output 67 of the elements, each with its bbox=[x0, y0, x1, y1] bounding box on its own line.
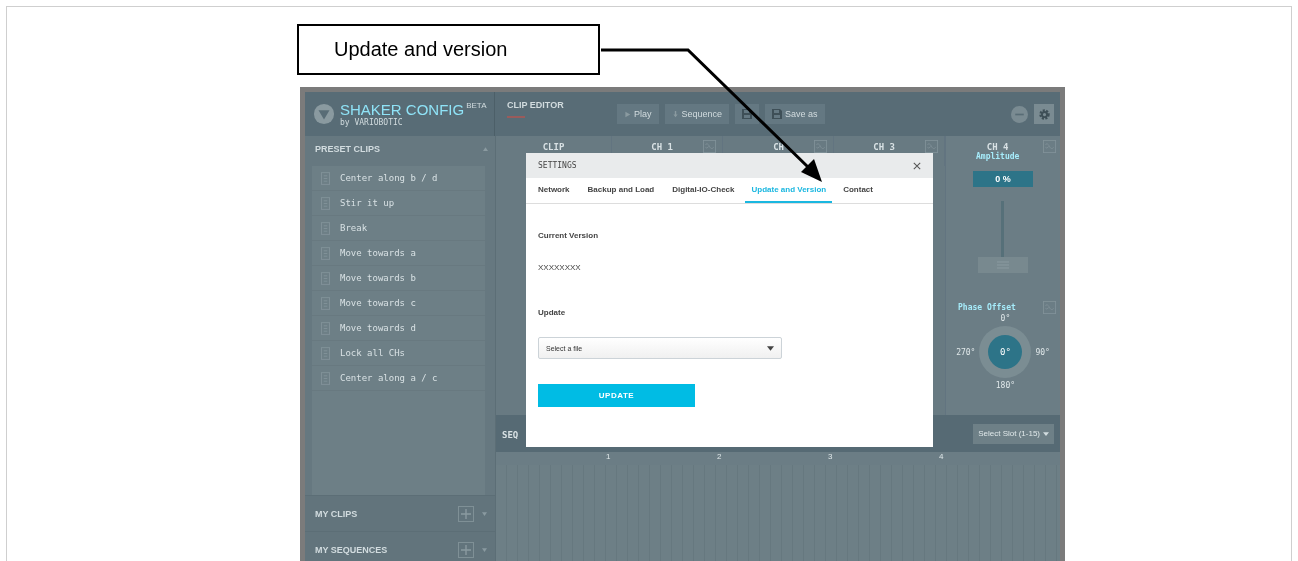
preset-clip-item[interactable]: Lock all CHs bbox=[312, 341, 485, 366]
sequence-title: SEQ bbox=[502, 428, 519, 440]
dial-tick-label: 270° bbox=[956, 347, 976, 357]
dialog-title: SETTINGS bbox=[538, 161, 577, 170]
add-button[interactable] bbox=[458, 505, 474, 522]
callout-label: Update and version bbox=[297, 24, 600, 75]
add-button[interactable] bbox=[458, 541, 474, 558]
bar-number: 3 bbox=[828, 452, 834, 463]
preset-clips-header[interactable]: PRESET CLIPS bbox=[305, 136, 495, 162]
editor-title: CLIP EDITOR bbox=[507, 100, 565, 110]
section-title: MY SEQUENCES bbox=[315, 544, 389, 555]
settings-icon bbox=[1037, 107, 1051, 121]
toolbar-button[interactable]: Play bbox=[617, 104, 659, 124]
dial-tick-label: 90° bbox=[1035, 347, 1050, 357]
play-icon bbox=[624, 110, 631, 118]
settings-tab[interactable]: Backup and Load bbox=[580, 178, 662, 203]
parameter-label: Amplitude bbox=[976, 152, 1020, 161]
column-title: CH bbox=[773, 141, 784, 152]
bar-number: 2 bbox=[717, 452, 723, 463]
dial-tick-label: 180° bbox=[995, 381, 1016, 390]
version-value: XXXXXXXX bbox=[538, 263, 581, 272]
logo-icon bbox=[313, 103, 335, 125]
slot-select[interactable]: Select Slot (1-15) bbox=[973, 423, 1054, 444]
toolbar-button[interactable]: Sequence bbox=[664, 104, 730, 124]
download-icon bbox=[671, 110, 679, 118]
settings-button[interactable] bbox=[1034, 104, 1054, 124]
preset-clip-item[interactable]: Stir it up bbox=[312, 191, 485, 216]
save-icon bbox=[772, 109, 783, 119]
bar-number: 4 bbox=[939, 452, 945, 463]
app-subtitle: by VARIOBOTIC bbox=[340, 118, 404, 127]
link-icon[interactable] bbox=[814, 140, 827, 153]
field-label: Current Version bbox=[538, 231, 598, 240]
settings-tab[interactable]: Digital-IO-Check bbox=[665, 178, 742, 203]
bar-number: 1 bbox=[606, 452, 612, 463]
preset-clip-item[interactable]: Break bbox=[312, 216, 485, 241]
link-icon[interactable] bbox=[925, 140, 938, 153]
caret-icon[interactable] bbox=[482, 547, 487, 552]
column-title: CH 3 bbox=[873, 141, 895, 152]
link-icon[interactable] bbox=[703, 140, 716, 153]
column-title: CLIP bbox=[542, 141, 565, 152]
section-title: MY CLIPS bbox=[315, 508, 359, 519]
phase-dial[interactable]: 0° bbox=[979, 326, 1032, 378]
save-icon bbox=[742, 109, 753, 119]
phase-offset-label: Phase Offset bbox=[958, 303, 1016, 312]
beta-label: BETA bbox=[466, 101, 487, 110]
preset-clip-item[interactable]: Move towards d bbox=[312, 316, 485, 341]
close-icon[interactable] bbox=[913, 161, 921, 170]
settings-tab[interactable]: Network bbox=[531, 178, 577, 203]
update-button[interactable]: UPDATE bbox=[538, 384, 695, 407]
preset-clip-item[interactable]: Move towards c bbox=[312, 291, 485, 316]
settings-tab[interactable]: Contact bbox=[836, 178, 880, 203]
unsaved-mark bbox=[507, 116, 525, 118]
preset-clip-item[interactable]: Center along b / d bbox=[312, 166, 485, 191]
caret-icon bbox=[767, 345, 774, 351]
caret-icon[interactable] bbox=[482, 511, 487, 516]
toolbar-button[interactable]: Save as bbox=[765, 104, 825, 124]
column-title: CH 1 bbox=[651, 141, 673, 152]
dial-tick-label: 0° bbox=[1000, 314, 1011, 323]
field-label: Update bbox=[538, 308, 566, 317]
caret-icon bbox=[1043, 431, 1049, 436]
amplitude-value: 0 % bbox=[973, 171, 1033, 187]
minus-circle-icon[interactable] bbox=[1011, 105, 1028, 123]
app-title: SHAKER CONFIG bbox=[340, 101, 465, 118]
column-title: CH 4 bbox=[986, 141, 1009, 152]
preset-clip-item[interactable]: Move towards b bbox=[312, 266, 485, 291]
preset-clip-item[interactable]: Move towards a bbox=[312, 241, 485, 266]
slider-handle[interactable] bbox=[978, 257, 1028, 273]
